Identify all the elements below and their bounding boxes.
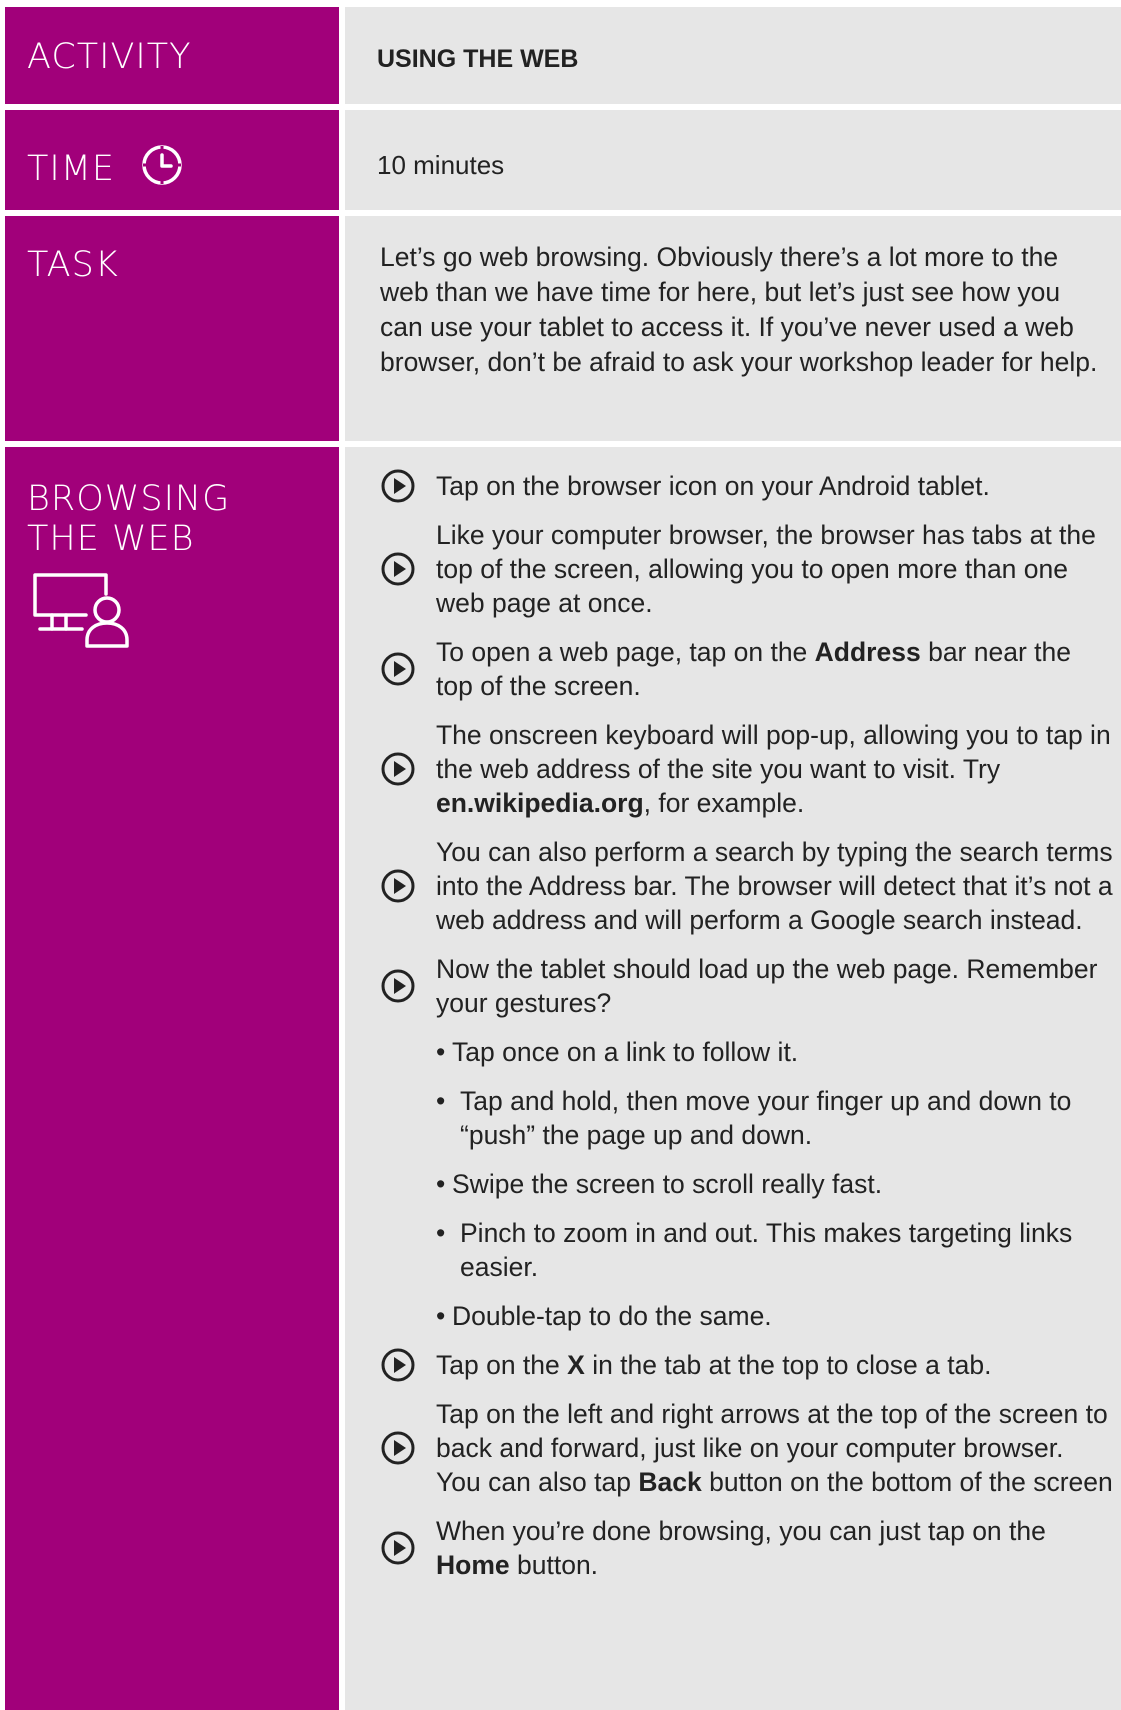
step-text-bold: Address — [814, 637, 921, 667]
gesture-item: • Swipe the screen to scroll really fast. — [436, 1167, 1115, 1201]
clock-icon — [142, 145, 182, 185]
step-text-before: The onscreen keyboard will pop-up, allow… — [436, 720, 1111, 784]
bullet: • — [436, 1086, 446, 1116]
step-text: Tap on the left and right arrows at the … — [436, 1399, 1113, 1497]
activity-label-cell: ACTIVITY — [5, 7, 339, 104]
browsing-content-cell: Tap on the browser icon on your Android … — [345, 447, 1121, 1710]
task-label: TASK — [27, 245, 119, 285]
task-label-cell: TASK — [5, 216, 339, 441]
computer-user-icon — [33, 573, 129, 648]
step-text-before: Now the tablet should load up the web pa… — [436, 954, 1098, 1018]
play-circle-icon — [381, 1531, 415, 1565]
step-text: To open a web page, tap on the Address b… — [436, 637, 1071, 701]
time-label-cell: TIME — [5, 110, 339, 210]
step-item: To open a web page, tap on the Address b… — [380, 635, 1115, 703]
step-item: Like your computer browser, the browser … — [380, 518, 1115, 620]
step-text-before: Like your computer browser, the browser … — [436, 520, 1096, 618]
gesture-item: • Tap and hold, then move your finger up … — [436, 1084, 1115, 1152]
step-item: Now the tablet should load up the web pa… — [380, 952, 1115, 1020]
activity-title: USING THE WEB — [377, 45, 579, 73]
step-text-bold: X — [567, 1350, 585, 1380]
step-text-before: When you’re done browsing, you can just … — [436, 1516, 1046, 1546]
step-item: Tap on the browser icon on your Android … — [380, 469, 1115, 503]
bullet: • — [436, 1218, 446, 1248]
steps-list: Tap on the browser icon on your Android … — [380, 469, 1115, 1597]
step-text: The onscreen keyboard will pop-up, allow… — [436, 720, 1111, 818]
bullet: • — [436, 1037, 446, 1067]
step-text-before: Tap on the — [436, 1350, 568, 1380]
gesture-text: Double-tap to do the same. — [452, 1301, 772, 1331]
activity-label: ACTIVITY — [27, 37, 192, 77]
task-content-cell: Let’s go web browsing. Obviously there’s… — [345, 216, 1121, 441]
play-circle-icon — [381, 1431, 415, 1465]
gesture-text: Pinch to zoom in and out. This makes tar… — [460, 1218, 1073, 1282]
step-text-after: button. — [509, 1550, 599, 1580]
browsing-label-cell: BROWSING THE WEB — [5, 447, 339, 1710]
browsing-label: BROWSING THE WEB — [27, 479, 230, 559]
step-text: Tap on the browser icon on your Android … — [436, 471, 990, 501]
time-value: 10 minutes — [377, 150, 505, 180]
step-text-after: , for example. — [643, 788, 805, 818]
gesture-item: • Pinch to zoom in and out. This makes ta… — [436, 1216, 1115, 1284]
step-text-before: To open a web page, tap on the — [436, 637, 815, 667]
browsing-label-line1: BROWSING — [27, 479, 231, 519]
step-text: You can also perform a search by typing … — [436, 837, 1113, 935]
step-item: You can also perform a search by typing … — [380, 835, 1115, 937]
step-text-bold: Back — [638, 1467, 702, 1497]
task-text: Let’s go web browsing. Obviously there’s… — [380, 242, 1098, 377]
activity-content-cell: USING THE WEB — [345, 7, 1121, 104]
step-text-after: in the tab at the top to close a tab. — [584, 1350, 992, 1380]
step-text-bold: en.wikipedia.org — [436, 788, 644, 818]
step-text: When you’re done browsing, you can just … — [436, 1516, 1046, 1580]
step-item: Tap on the X in the tab at the top to cl… — [380, 1348, 1115, 1382]
step-text-after: button on the bottom of the screen — [701, 1467, 1113, 1497]
browsing-label-line2: THE WEB — [27, 519, 195, 559]
gesture-item: • Tap once on a link to follow it. — [436, 1035, 1115, 1069]
step-item: Tap on the left and right arrows at the … — [380, 1397, 1115, 1499]
step-text: Like your computer browser, the browser … — [436, 520, 1096, 618]
time-content-cell: 10 minutes — [345, 110, 1121, 210]
play-circle-icon — [381, 869, 415, 903]
step-text-before: You can also perform a search by typing … — [436, 837, 1113, 935]
bullet: • — [436, 1169, 446, 1199]
play-circle-icon — [381, 1348, 415, 1382]
play-circle-icon — [381, 552, 415, 586]
step-item: When you’re done browsing, you can just … — [380, 1514, 1115, 1582]
step-text: Now the tablet should load up the web pa… — [436, 954, 1097, 1018]
step-text-before: Tap on the browser icon on your Android … — [436, 471, 990, 501]
step-item: The onscreen keyboard will pop-up, allow… — [380, 718, 1115, 820]
step-text-bold: Home — [436, 1550, 510, 1580]
gesture-text: Swipe the screen to scroll really fast. — [452, 1169, 883, 1199]
bullet: • — [436, 1301, 446, 1331]
gesture-text: Tap once on a link to follow it. — [452, 1037, 799, 1067]
time-label: TIME — [27, 149, 116, 189]
gesture-text: Tap and hold, then move your finger up a… — [460, 1086, 1072, 1150]
play-circle-icon — [381, 652, 415, 686]
step-text: Tap on the X in the tab at the top to cl… — [436, 1350, 991, 1380]
play-circle-icon — [381, 469, 415, 503]
time-label-wrap: TIME — [27, 144, 183, 189]
gesture-item: • Double-tap to do the same. — [436, 1299, 1115, 1333]
play-circle-icon — [381, 752, 415, 786]
play-circle-icon — [381, 969, 415, 1003]
gestures-list: • Tap once on a link to follow it. • Tap an… — [380, 1035, 1115, 1333]
